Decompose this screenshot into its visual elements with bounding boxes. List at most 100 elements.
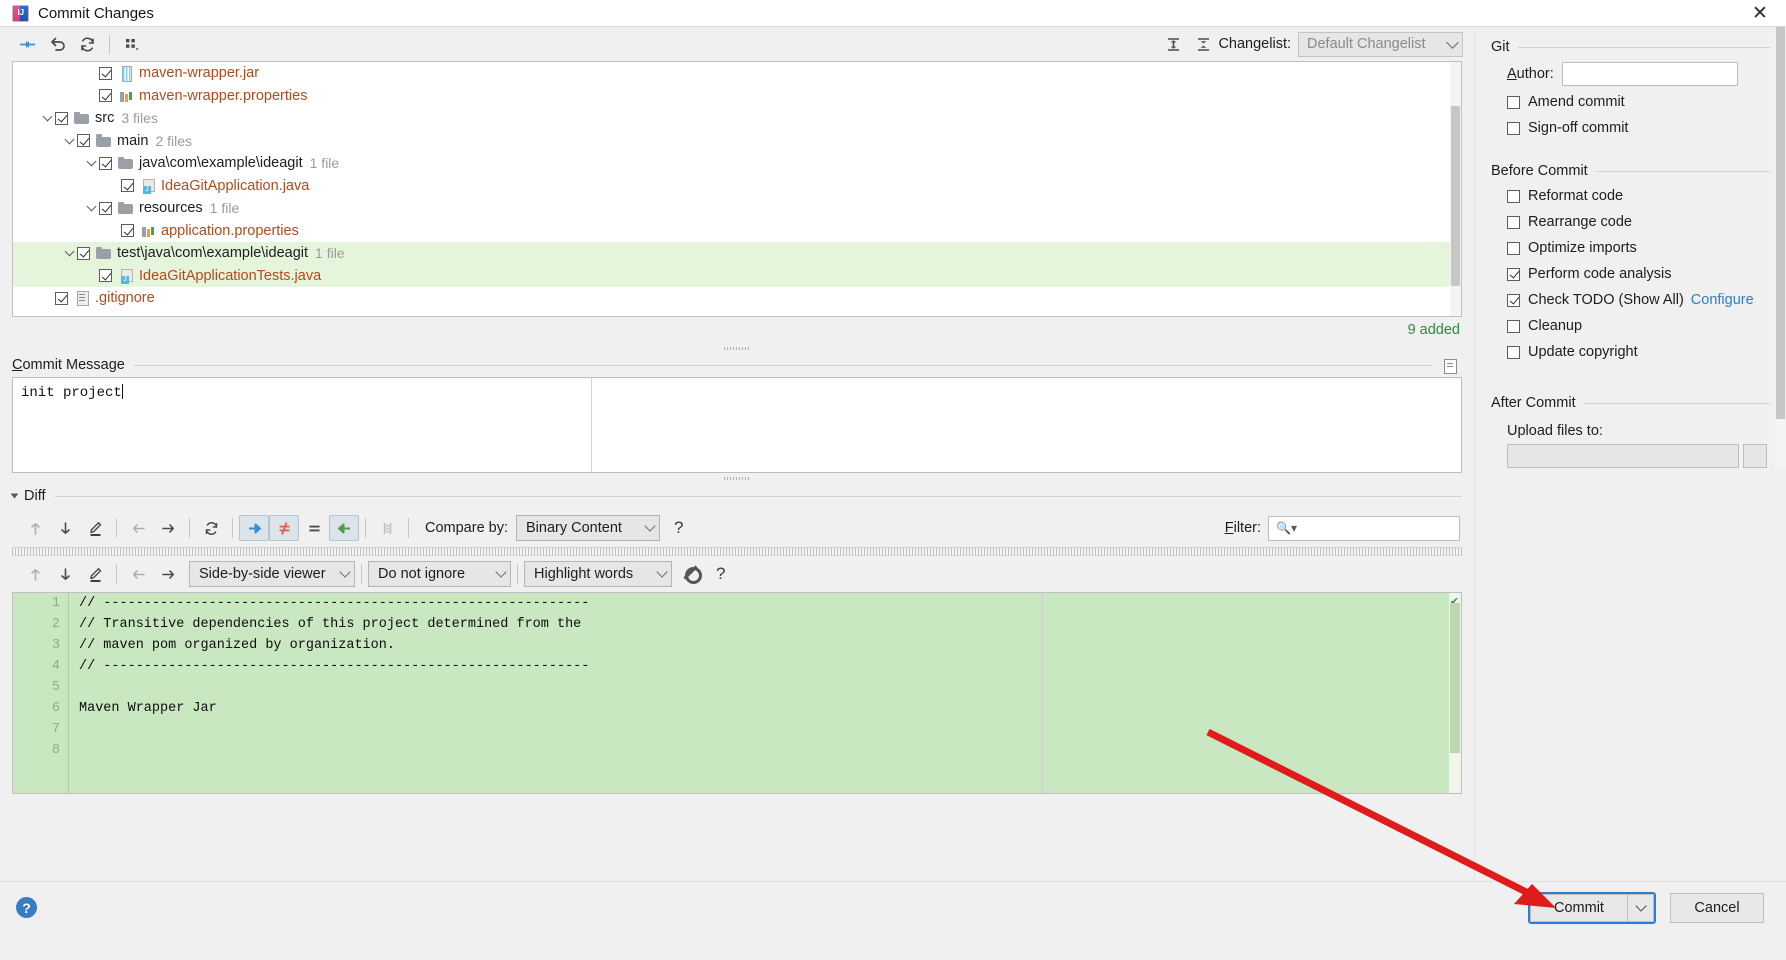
tree-row[interactable]: test\java\com\example\ideagit 1 file	[13, 242, 1461, 265]
options-scrollbar[interactable]	[1775, 27, 1786, 467]
chevron-down-icon[interactable]	[83, 200, 99, 216]
checkbox-check-todo[interactable]	[1507, 293, 1520, 307]
upload-target-dropdown[interactable]	[1507, 444, 1739, 468]
tree-row-checkbox[interactable]	[55, 111, 68, 125]
chevron-down-icon[interactable]	[10, 493, 19, 499]
diff-scrollbar-thumb[interactable]	[1450, 603, 1460, 753]
tree-row[interactable]: IdeaGitApplication.java	[13, 175, 1461, 198]
checkbox-row-check-todo[interactable]: Check TODO (Show All) Configure	[1491, 287, 1770, 313]
configure-link[interactable]: Configure	[1691, 292, 1754, 308]
chevron-down-icon[interactable]	[61, 133, 77, 149]
diff-scrollbar[interactable]: ✔	[1449, 593, 1461, 793]
upload-browse-button[interactable]	[1743, 444, 1767, 468]
gear-icon[interactable]	[680, 563, 702, 585]
next-difference-icon[interactable]	[50, 515, 80, 541]
edit-source-icon[interactable]	[80, 515, 110, 541]
tree-row-checkbox[interactable]	[121, 224, 134, 238]
tree-row-checkbox[interactable]	[77, 246, 90, 260]
chevron-down-icon[interactable]	[39, 110, 55, 126]
diff-help-icon[interactable]: ?	[674, 518, 683, 538]
commit-history-icon[interactable]	[1442, 357, 1462, 374]
options-scrollbar-thumb[interactable]	[1776, 27, 1785, 419]
checkbox-update-copyright[interactable]	[1507, 345, 1520, 359]
commit-message-input[interactable]: init project	[13, 378, 591, 472]
checkbox-row-sign-off-commit[interactable]: Sign-off commit	[1491, 115, 1770, 141]
group-options-icon[interactable]	[117, 31, 147, 57]
tree-scrollbar[interactable]	[1450, 62, 1461, 316]
checkbox-row-cleanup[interactable]: Cleanup	[1491, 313, 1770, 339]
checkbox-cleanup[interactable]	[1507, 319, 1520, 333]
next-change-icon[interactable]	[153, 561, 183, 587]
tree-row[interactable]: maven-wrapper.properties	[13, 85, 1461, 108]
commit-options-icon[interactable]	[1628, 893, 1654, 922]
tree-row-checkbox[interactable]	[99, 156, 112, 170]
show-modified-icon[interactable]	[269, 515, 299, 541]
changelist-dropdown[interactable]: Default Changelist	[1298, 31, 1463, 57]
show-equal-icon[interactable]	[299, 515, 329, 541]
next-file-icon[interactable]	[153, 515, 183, 541]
diff-pane-right[interactable]: ✔	[1043, 593, 1461, 793]
checkbox-optimize-imports[interactable]	[1507, 241, 1520, 255]
checkbox-perform-code-analysis[interactable]	[1507, 267, 1520, 281]
tree-row[interactable]: .gitignore	[13, 287, 1461, 310]
viewer-mode-dropdown[interactable]: Side-by-side viewer	[189, 561, 355, 587]
diff-drag-handle[interactable]	[12, 547, 1462, 556]
checkbox-row-reformat-code[interactable]: Reformat code	[1491, 183, 1770, 209]
previous-difference-icon[interactable]	[20, 561, 50, 587]
checkbox-reformat-code[interactable]	[1507, 189, 1520, 203]
checkbox-row-perform-code-analysis[interactable]: Perform code analysis	[1491, 261, 1770, 287]
tree-row[interactable]: application.properties	[13, 220, 1461, 243]
previous-change-icon[interactable]	[123, 561, 153, 587]
changed-files-tree[interactable]: maven-wrapper.jar maven-wrapper.propertie…	[12, 61, 1462, 317]
cancel-button[interactable]: Cancel	[1670, 892, 1764, 923]
close-icon[interactable]: ✕	[1734, 0, 1786, 27]
ignore-mode-dropdown[interactable]: Do not ignore	[368, 561, 511, 587]
tree-row-checkbox[interactable]	[99, 269, 112, 283]
tree-row-checkbox[interactable]	[55, 291, 68, 305]
checkbox-row-rearrange-code[interactable]: Rearrange code	[1491, 209, 1770, 235]
filter-input[interactable]: 🔍▾	[1268, 515, 1460, 541]
diff-viewer[interactable]: 1 2 3 4 5 6 7 8 // ----------------------------…	[12, 592, 1462, 794]
previous-difference-icon[interactable]	[20, 515, 50, 541]
commit-button[interactable]: Commit	[1530, 893, 1628, 922]
checkbox-row-update-copyright[interactable]: Update copyright	[1491, 339, 1770, 365]
refresh-icon[interactable]	[72, 31, 102, 57]
tree-row[interactable]: maven-wrapper.jar	[13, 62, 1461, 85]
tree-row-checkbox[interactable]	[99, 201, 112, 215]
commit-message-box[interactable]: init project	[12, 377, 1462, 473]
checkbox-amend-commit[interactable]	[1507, 95, 1520, 109]
tree-row[interactable]: main 2 files	[13, 130, 1461, 153]
author-field[interactable]	[1561, 62, 1738, 86]
tree-row[interactable]: resources 1 file	[13, 197, 1461, 220]
tree-row[interactable]: java\com\example\ideagit 1 file	[13, 152, 1461, 175]
diff-viewer-help-icon[interactable]: ?	[716, 564, 725, 584]
show-added-icon[interactable]	[239, 515, 269, 541]
collapse-all-icon[interactable]	[1188, 31, 1218, 57]
tree-splitter[interactable]	[0, 343, 1474, 353]
tree-row-checkbox[interactable]	[77, 134, 90, 148]
next-difference-icon[interactable]	[50, 561, 80, 587]
chevron-down-icon[interactable]	[83, 155, 99, 171]
checkbox-sign-off-commit[interactable]	[1507, 121, 1520, 135]
checkbox-row-optimize-imports[interactable]: Optimize imports	[1491, 235, 1770, 261]
previous-file-icon[interactable]	[123, 515, 153, 541]
help-icon[interactable]: ?	[16, 897, 37, 918]
show-deleted-icon[interactable]	[329, 515, 359, 541]
chevron-down-icon[interactable]	[61, 245, 77, 261]
edit-source-icon[interactable]	[80, 561, 110, 587]
diff-pane-left[interactable]: 1 2 3 4 5 6 7 8 // ----------------------------…	[13, 593, 1043, 793]
highlight-mode-dropdown[interactable]: Highlight words	[524, 561, 672, 587]
refresh-diff-icon[interactable]	[196, 515, 226, 541]
revert-icon[interactable]	[42, 31, 72, 57]
group-by-icon[interactable]	[12, 31, 42, 57]
tree-scrollbar-thumb[interactable]	[1451, 106, 1460, 286]
tree-row-checkbox[interactable]	[121, 179, 134, 193]
tree-row-checkbox[interactable]	[99, 66, 112, 80]
tree-row[interactable]: src 3 files	[13, 107, 1461, 130]
collapse-unchanged-icon[interactable]	[372, 515, 402, 541]
checkbox-row-amend-commit[interactable]: Amend commit	[1491, 89, 1770, 115]
checkbox-rearrange-code[interactable]	[1507, 215, 1520, 229]
expand-all-icon[interactable]	[1158, 31, 1188, 57]
tree-row-checkbox[interactable]	[99, 89, 112, 103]
tree-row[interactable]: IdeaGitApplicationTests.java	[13, 264, 1461, 287]
